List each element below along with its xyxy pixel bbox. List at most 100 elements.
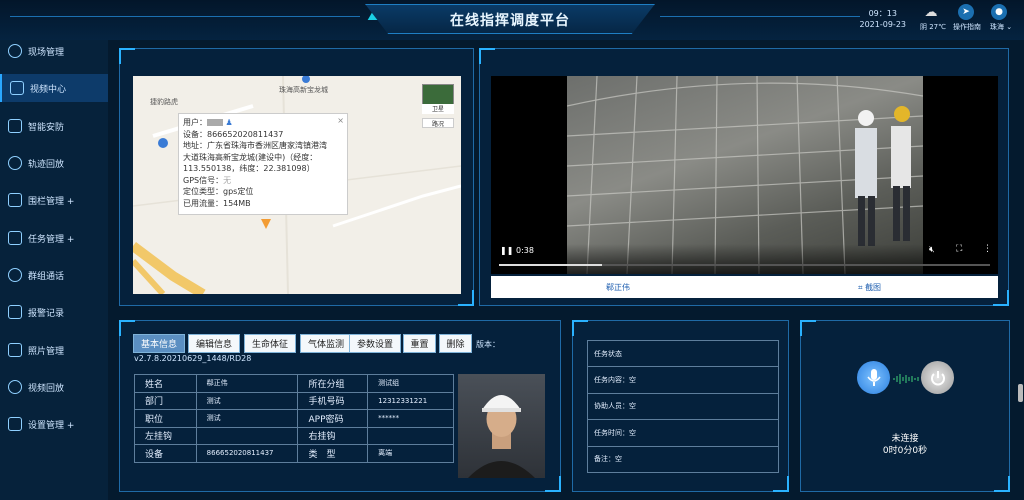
info-table: 姓名 郗正伟 所在分组 测试组 部门 测试 手机号码 12312331221 职位 测试 APP密码… xyxy=(134,374,454,463)
sidebar-item-7[interactable]: 报警记录 xyxy=(0,298,108,326)
table-cell: 类 型 xyxy=(297,444,369,463)
sidebar-item-label: 照片管理 xyxy=(28,346,65,357)
satellite-thumbnail[interactable] xyxy=(422,84,454,106)
fullscreen-icon[interactable]: ⛶ xyxy=(956,244,962,254)
cloud-icon: ☁ xyxy=(924,4,938,20)
table-row: 任务内容：空 xyxy=(587,366,779,394)
header-line-left xyxy=(10,16,360,17)
tab-6[interactable]: 删除 xyxy=(439,334,472,353)
sidebar-item-1[interactable]: 视频中心 xyxy=(0,74,108,102)
video-progress-fill xyxy=(499,264,603,266)
table-row: 任务时间：空 xyxy=(587,419,779,447)
task-cell: 任务状态 xyxy=(587,339,779,368)
tab-2[interactable]: 生命体征 xyxy=(244,334,296,353)
sidebar-item-2[interactable]: 智能安防 xyxy=(0,112,108,140)
sidebar-item-label: 任务管理 + xyxy=(28,234,75,245)
user-label[interactable]: 珠海 ⌄ xyxy=(990,22,1012,32)
sidebar-item-label: 视频回放 xyxy=(28,383,65,394)
sidebar-item-8[interactable]: 照片管理 xyxy=(0,336,108,364)
sidebar-item-label: 报警记录 xyxy=(28,308,65,319)
table-row: 部门 测试 手机号码 12312331221 xyxy=(134,391,454,410)
microphone-button[interactable] xyxy=(857,361,890,394)
popup-user: 用户： ♟ xyxy=(183,118,233,127)
table-cell: 郗正伟 xyxy=(195,374,299,393)
photo-icon xyxy=(8,343,22,357)
redacted-bar xyxy=(207,119,223,126)
group-call-icon xyxy=(8,268,22,282)
scrollbar-thumb[interactable] xyxy=(1018,384,1023,402)
table-cell: 姓名 xyxy=(134,374,197,393)
sidebar-item-6[interactable]: 群组通话 xyxy=(0,261,108,289)
sidebar-item-3[interactable]: 轨迹回放 xyxy=(0,149,108,177)
version-label: 版本： xyxy=(476,340,500,349)
header-line-right xyxy=(660,16,860,17)
guide-label[interactable]: 操作指南 xyxy=(953,22,981,32)
tab-0[interactable]: 基本信息 xyxy=(133,334,185,353)
table-row: 备注：空 xyxy=(587,445,779,473)
version-value: v2.7.8.20210629_1448/RD28 xyxy=(134,354,252,363)
table-cell: 866652020811437 xyxy=(195,444,299,463)
location-popup: × 用户： ♟ 设备：866652020811437 地址：广东省珠海市香洲区唐… xyxy=(178,113,348,215)
sidebar-item-label: 群组通话 xyxy=(28,271,65,282)
close-icon[interactable]: × xyxy=(337,115,344,127)
settings-icon xyxy=(8,417,22,431)
call-duration: 0时0分0秒 xyxy=(882,446,928,456)
sidebar-item-label: 围栏管理 + xyxy=(28,196,75,207)
sidebar-item-4[interactable]: 围栏管理 + xyxy=(0,186,108,214)
more-options-icon[interactable]: ⋮ xyxy=(983,244,992,254)
tab-1[interactable]: 编辑信息 xyxy=(188,334,240,353)
sidebar-item-0[interactable]: 现场管理 xyxy=(0,37,108,65)
power-icon xyxy=(930,370,945,385)
table-cell: 离端 xyxy=(367,444,454,463)
clock-time: 09：13 xyxy=(868,9,897,18)
pause-icon[interactable]: ❚❚ xyxy=(500,246,513,255)
video-time: 0:38 xyxy=(516,246,534,255)
table-row: 姓名 郗正伟 所在分组 测试组 xyxy=(134,374,454,393)
video-person-link[interactable]: 郗正伟 xyxy=(606,282,630,293)
clock-date: 2021-09-23 xyxy=(859,20,907,29)
table-cell: 所在分组 xyxy=(297,374,369,393)
track-icon xyxy=(8,156,22,170)
popup-locate: 定位类型：gps定位 xyxy=(183,187,254,196)
audio-wave-icon xyxy=(893,374,919,384)
task-cell: 备注：空 xyxy=(587,445,779,473)
popup-address-2: 大道珠海高新宝龙城(建设中)（经度： xyxy=(183,152,318,162)
table-cell: 12312331221 xyxy=(367,391,454,410)
table-cell: APP密码 xyxy=(297,409,369,428)
table-row: 设备 866652020811437 类 型离端 xyxy=(134,444,454,463)
tab-3[interactable]: 气体监测 xyxy=(300,334,352,353)
popup-traffic: 已用流量：154MB xyxy=(183,198,251,208)
user-avatar-icon[interactable]: ● xyxy=(991,4,1007,20)
person-photo xyxy=(458,374,545,478)
video-player[interactable] xyxy=(491,76,998,274)
playback-icon xyxy=(8,380,22,394)
table-row: 任务状态 xyxy=(587,339,779,368)
task-cell: 任务内容：空 xyxy=(587,366,779,394)
table-cell: ****** xyxy=(367,409,454,428)
sidebar-item-5[interactable]: 任务管理 + xyxy=(0,224,108,252)
task-table: 任务状态 任务内容：空 协助人员：空 任务时间：空 备注：空 xyxy=(587,339,779,473)
table-cell: 左挂钩 xyxy=(134,426,197,445)
traffic-label[interactable]: 路况 xyxy=(422,118,454,128)
page-title: 在线指挥调度平台 xyxy=(450,13,570,29)
table-cell: 设备 xyxy=(134,444,197,463)
table-cell: 右挂钩 xyxy=(297,426,369,445)
fence-icon xyxy=(8,193,22,207)
person-icon: ♟ xyxy=(225,118,233,127)
voice-panel xyxy=(800,320,1010,492)
tab-5[interactable]: 重置 xyxy=(403,334,436,353)
crop-icon: ⌗ xyxy=(858,283,863,292)
compass-icon[interactable]: ➤ xyxy=(958,4,974,20)
security-icon xyxy=(8,119,22,133)
map-label-poi: 珠海高新宝龙城 xyxy=(279,86,328,94)
table-cell: 测试组 xyxy=(367,374,454,393)
screenshot-button[interactable]: ⌗ 截图 xyxy=(858,282,881,293)
satellite-label[interactable]: 卫星 xyxy=(422,104,454,114)
sidebar-item-10[interactable]: 设置管理 + xyxy=(0,410,108,438)
tab-4[interactable]: 参数设置 xyxy=(349,334,401,353)
power-button[interactable] xyxy=(921,361,954,394)
video-controls xyxy=(491,244,998,274)
sidebar-item-9[interactable]: 视频回放 xyxy=(0,373,108,401)
mute-icon[interactable]: 🔇︎ xyxy=(929,245,935,255)
popup-address-1: 地址：广东省珠海市香洲区唐家湾镇港湾 xyxy=(183,141,327,150)
